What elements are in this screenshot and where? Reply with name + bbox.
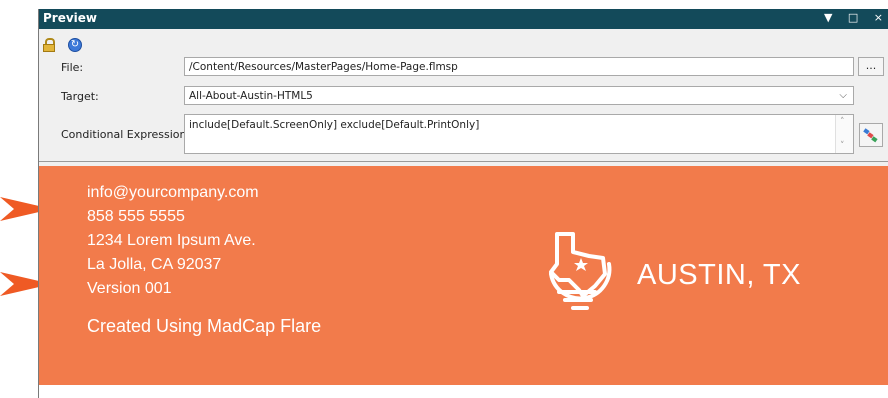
- magic-wand-icon: [863, 128, 878, 143]
- condition-value: include[Default.ScreenOnly] exclude[Defa…: [189, 119, 480, 131]
- browse-button[interactable]: ...: [858, 57, 884, 76]
- footer-phone: 858 555 5555: [87, 208, 185, 225]
- brand-name: AUSTIN, TX: [637, 259, 801, 291]
- file-label: File:: [61, 61, 84, 74]
- sync-icon[interactable]: ↻: [68, 38, 82, 52]
- window-controls[interactable]: ▼ □ ×: [824, 11, 888, 24]
- target-label: Target:: [61, 90, 99, 103]
- panel-title: Preview: [43, 11, 98, 25]
- target-value: All-About-Austin-HTML5: [189, 90, 313, 102]
- footer-created-note: Created Using MadCap Flare: [87, 316, 322, 336]
- footer-version: Version 001: [87, 280, 172, 297]
- footer-address-line1: 1234 Lorem Ipsum Ave.: [87, 232, 256, 249]
- footer-address-line2: La Jolla, CA 92037: [87, 256, 222, 273]
- target-select[interactable]: All-About-Austin-HTML5 ⌵: [184, 86, 854, 105]
- condition-textarea[interactable]: include[Default.ScreenOnly] exclude[Defa…: [184, 114, 854, 154]
- condition-scrollbar[interactable]: ˄ ˅: [835, 115, 853, 153]
- footer-email: info@yourcompany.com: [87, 184, 259, 201]
- file-field[interactable]: /Content/Resources/MasterPages/Home-Page…: [184, 57, 854, 76]
- preview-canvas-bottom: [39, 385, 888, 398]
- condition-label: Conditional Expression:: [61, 128, 191, 141]
- texas-logo-icon: [549, 232, 612, 310]
- divider: [39, 161, 888, 162]
- footer-preview: info@yourcompany.com 858 555 5555 1234 L…: [39, 166, 888, 385]
- condition-editor-button[interactable]: [859, 123, 883, 147]
- panel-titlebar: Preview ▼ □ ×: [39, 9, 888, 29]
- lock-icon[interactable]: [43, 38, 55, 52]
- chevron-down-icon[interactable]: ⌵: [839, 90, 847, 101]
- preview-panel: Preview ▼ □ × ↻ File: /Content/Resources…: [38, 9, 888, 398]
